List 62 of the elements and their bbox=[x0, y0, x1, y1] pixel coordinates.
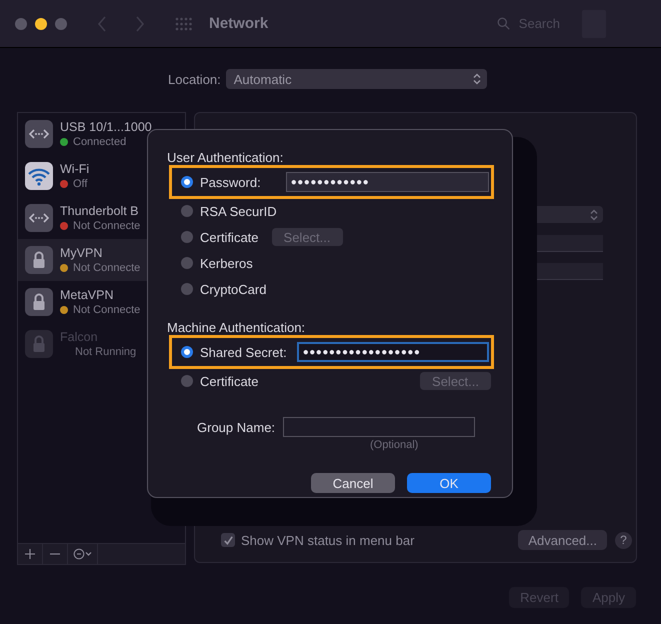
option-label: Certificate bbox=[200, 230, 259, 244]
window-title: Network bbox=[209, 15, 268, 32]
grid-icon[interactable] bbox=[175, 16, 193, 30]
checkmark-icon bbox=[222, 534, 234, 546]
select-button[interactable]: Select... bbox=[420, 372, 491, 390]
select-button[interactable]: Select... bbox=[272, 228, 342, 246]
ok-button[interactable]: OK bbox=[407, 473, 491, 493]
option-label: RSA SecurID bbox=[200, 204, 277, 218]
option-label: CryptoCard bbox=[200, 282, 266, 296]
service-status: Not Running bbox=[75, 346, 136, 358]
service-name: MetaVPN bbox=[60, 288, 114, 302]
lock-icon bbox=[25, 288, 53, 316]
wifi-icon bbox=[25, 162, 53, 190]
zoom-button[interactable] bbox=[55, 18, 67, 30]
service-name: USB 10/1...1000 bbox=[60, 120, 153, 134]
password-field[interactable]: ●●●●●●●●●●●● bbox=[286, 172, 489, 192]
plus-icon bbox=[25, 549, 35, 559]
advanced-button[interactable]: Advanced... bbox=[518, 530, 607, 550]
lock-icon bbox=[25, 246, 53, 274]
location-label: Location: bbox=[168, 72, 221, 86]
service-name: Falcon bbox=[60, 330, 99, 344]
location-popup[interactable]: Automatic bbox=[226, 69, 487, 89]
group-name-field[interactable] bbox=[283, 417, 476, 437]
radio-button[interactable] bbox=[181, 231, 193, 243]
option-label: Shared Secret: bbox=[200, 344, 287, 360]
service-status: Not Connecte bbox=[73, 220, 140, 232]
service-status: Off bbox=[73, 178, 88, 190]
radio-button[interactable] bbox=[181, 283, 193, 295]
more-icon bbox=[72, 548, 92, 560]
section-heading: User Authentication: bbox=[167, 150, 284, 166]
checkbox[interactable] bbox=[221, 533, 235, 547]
section-heading: Machine Authentication: bbox=[167, 320, 306, 336]
close-button[interactable] bbox=[15, 18, 27, 30]
back-icon[interactable] bbox=[97, 16, 107, 32]
group-name-label: Group Name: bbox=[197, 420, 276, 434]
service-status: Connected bbox=[73, 136, 126, 148]
service-status: Not Connecte bbox=[73, 304, 140, 316]
minimize-button[interactable] bbox=[35, 18, 47, 30]
optional-note: (Optional) bbox=[370, 439, 420, 451]
option-label: Certificate bbox=[200, 374, 259, 388]
ethernet-icon bbox=[25, 120, 53, 148]
password-field[interactable]: ●●●●●●●●●●●●●●●●●● bbox=[296, 342, 489, 362]
updown-icon bbox=[472, 73, 481, 85]
option-label: Kerberos bbox=[200, 256, 253, 270]
service-name: Wi-Fi bbox=[60, 162, 90, 176]
ethernet-icon bbox=[25, 204, 53, 232]
cancel-button[interactable]: Cancel bbox=[311, 473, 395, 493]
radio-button[interactable] bbox=[181, 205, 193, 217]
service-status: Not Connecte bbox=[73, 262, 140, 274]
radio-button[interactable] bbox=[181, 176, 193, 188]
checkbox-label: Show VPN status in menu bar bbox=[241, 532, 414, 548]
option-label: Password: bbox=[200, 174, 261, 190]
search-icon[interactable] bbox=[496, 17, 510, 30]
radio-button[interactable] bbox=[181, 346, 193, 358]
service-name: MyVPN bbox=[60, 246, 104, 260]
radio-button[interactable] bbox=[181, 257, 193, 269]
lock-icon bbox=[25, 330, 53, 358]
forward-icon[interactable] bbox=[135, 16, 145, 32]
help-button[interactable]: ? bbox=[615, 532, 632, 548]
radio-button[interactable] bbox=[181, 375, 193, 387]
updown-icon bbox=[590, 208, 598, 220]
service-name: Thunderbolt B bbox=[60, 204, 140, 218]
